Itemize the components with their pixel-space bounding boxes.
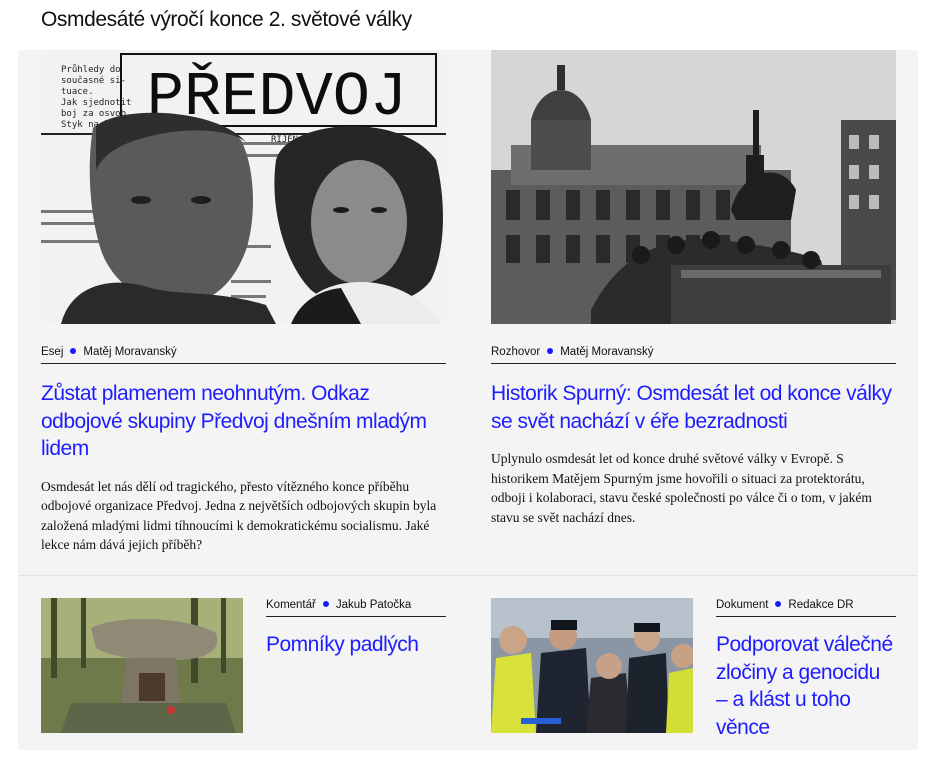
wenceslas-square-photo <box>491 50 896 324</box>
article-card-predvoj: PŘEDVOJ Průhledy do současné si- tuace. … <box>41 50 446 555</box>
article-headline[interactable]: Pomníky padlých <box>266 631 446 659</box>
row-divider <box>18 575 918 576</box>
category-link[interactable]: Esej <box>41 346 63 358</box>
author-link[interactable]: Matěj Moravanský <box>83 346 176 358</box>
author-link[interactable]: Matěj Moravanský <box>560 346 653 358</box>
article-image-pomniky[interactable] <box>41 598 243 733</box>
article-card-spurny: Rozhovor Matěj Moravanský Historik Spurný… <box>491 50 896 527</box>
meta-separator-dot <box>322 601 329 608</box>
meta-separator-dot <box>70 348 77 355</box>
svg-text:Jak sjednotit: Jak sjednotit <box>61 98 131 108</box>
category-link[interactable]: Dokument <box>716 599 768 611</box>
article-headline[interactable]: Historik Spurný: Osmdesát let od konce v… <box>491 380 896 435</box>
author-link[interactable]: Jakub Patočka <box>336 599 411 611</box>
article-image-predvoj[interactable]: PŘEDVOJ Průhledy do současné si- tuace. … <box>41 50 446 324</box>
article-image-dokument[interactable] <box>491 598 693 733</box>
section-title: Osmdesáté výročí konce 2. světové války <box>41 8 412 31</box>
article-card-dokument: Dokument Redakce DR Podporovat válečné zl… <box>491 598 896 739</box>
predvoj-photo-collage: PŘEDVOJ Průhledy do současné si- tuace. … <box>41 50 446 324</box>
article-perex: Uplynulo osmdesát let od konce druhé svě… <box>491 451 872 525</box>
article-image-spurny[interactable] <box>491 50 896 324</box>
memorial-stone-photo <box>41 598 243 733</box>
article-meta: Komentář Jakub Patočka <box>266 598 446 617</box>
article-perex: Osmdesát let nás dělí od tragického, pře… <box>41 478 437 553</box>
article-headline[interactable]: Podporovat válečné zločiny a genocidu – … <box>716 631 896 741</box>
meta-separator-dot <box>775 601 782 608</box>
category-link[interactable]: Komentář <box>266 599 316 611</box>
article-meta: Rozhovor Matěj Moravanský <box>491 345 896 364</box>
meta-separator-dot <box>547 348 554 355</box>
article-meta: Dokument Redakce DR <box>716 598 896 617</box>
svg-text:současné si-: současné si- <box>61 75 126 86</box>
article-meta: Esej Matěj Moravanský <box>41 345 446 364</box>
author-link[interactable]: Redakce DR <box>788 599 853 611</box>
svg-text:tuace.: tuace. <box>61 87 94 97</box>
category-link[interactable]: Rozhovor <box>491 346 540 358</box>
article-headline[interactable]: Zůstat plamenem neohnutým. Odkaz odbojov… <box>41 380 446 463</box>
police-crowd-photo <box>491 598 693 733</box>
article-card-pomniky: Komentář Jakub Patočka Pomníky padlých <box>41 598 446 734</box>
svg-text:Průhledy do: Průhledy do <box>61 64 121 75</box>
